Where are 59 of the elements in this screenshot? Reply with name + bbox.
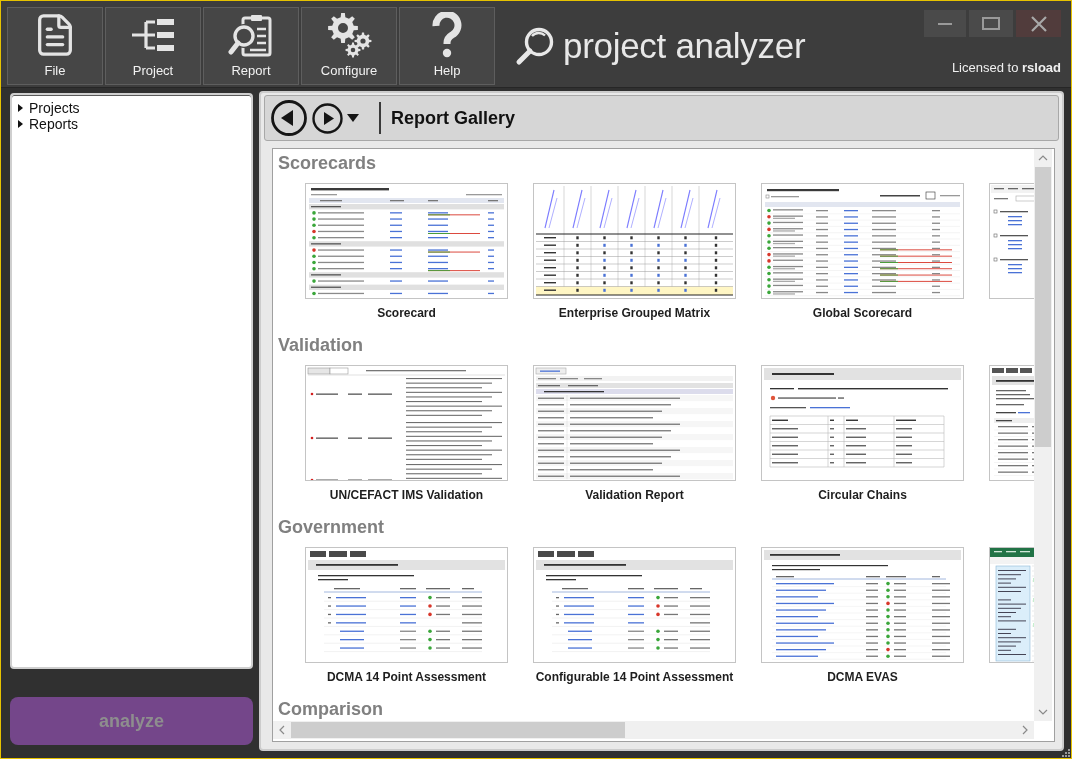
scrollbar-thumb[interactable] [1035, 167, 1051, 447]
report-thumbnail[interactable] [533, 547, 736, 663]
resize-grip-icon[interactable] [1062, 749, 1070, 757]
toolbar-button[interactable]: File [7, 7, 103, 85]
toolbar-button[interactable]: Configure [301, 7, 397, 85]
report-title: Validation Report [585, 487, 684, 503]
logo-icon [515, 26, 555, 66]
minimize-button[interactable] [924, 10, 966, 37]
report-title: Circular Chains [818, 487, 907, 503]
report-thumbnail[interactable] [533, 365, 736, 481]
scrollbar-thumb[interactable] [291, 722, 625, 738]
report-title: UN/CEFACT IMS Validation [329, 487, 484, 503]
back-icon [271, 100, 307, 136]
report-thumbnail[interactable] [305, 365, 508, 481]
chevron-down-icon [1038, 708, 1048, 716]
chevron-up-icon [1038, 154, 1048, 162]
report-thumbnail[interactable] [305, 547, 508, 663]
section-heading: Validation [278, 334, 364, 356]
report-thumbnail[interactable] [761, 547, 964, 663]
maximize-button[interactable] [969, 10, 1013, 37]
forward-button[interactable] [312, 102, 343, 134]
clipboard-search-icon [228, 12, 274, 58]
report-title: Global Scorecard [812, 305, 913, 321]
gallery-title: Report Gallery [391, 107, 516, 129]
chevron-right-icon [1021, 725, 1029, 735]
report-thumbnail[interactable] [989, 365, 1034, 481]
section-heading: Comparison [278, 698, 383, 720]
toolbar-button[interactable]: Help [399, 7, 495, 85]
close-icon [1030, 15, 1047, 32]
close-button[interactable] [1016, 10, 1061, 37]
report-title: Configurable 14 Point Assessment [535, 669, 734, 685]
report-title: DCMA EVAS [827, 669, 898, 685]
history-dropdown-button[interactable] [347, 114, 359, 122]
logo-text: project analyzer [563, 26, 806, 66]
minimize-icon [938, 22, 952, 25]
section-heading: Government [278, 516, 385, 538]
report-title: Enterprise Grouped Matrix [558, 305, 711, 321]
report-thumbnail[interactable] [533, 183, 736, 299]
tree-item[interactable]: Reports [18, 116, 79, 132]
toolbar-button[interactable]: Report [203, 7, 299, 85]
report-thumbnail[interactable] [761, 365, 964, 481]
forward-icon [312, 102, 343, 134]
report-title: DCMA 14 Point Assessment [326, 669, 487, 685]
caret-icon [347, 114, 359, 122]
chevron-left-icon [278, 725, 286, 735]
vertical-scrollbar[interactable] [1034, 149, 1052, 721]
back-button[interactable] [271, 100, 307, 136]
report-thumbnail[interactable] [989, 547, 1034, 663]
horizontal-scrollbar[interactable] [273, 721, 1034, 739]
gears-icon [326, 12, 372, 58]
report-thumbnail[interactable] [761, 183, 964, 299]
section-heading: Scorecards [278, 152, 377, 174]
report-title: Scorecard [377, 305, 436, 321]
report-thumbnail[interactable] [989, 183, 1034, 299]
toolbar-button[interactable]: Project [105, 7, 201, 85]
maximize-icon [982, 17, 1000, 30]
license-text: Licensed to rsload [951, 60, 1061, 76]
report-thumbnail[interactable] [305, 183, 508, 299]
tree-item[interactable]: Projects [18, 100, 80, 116]
